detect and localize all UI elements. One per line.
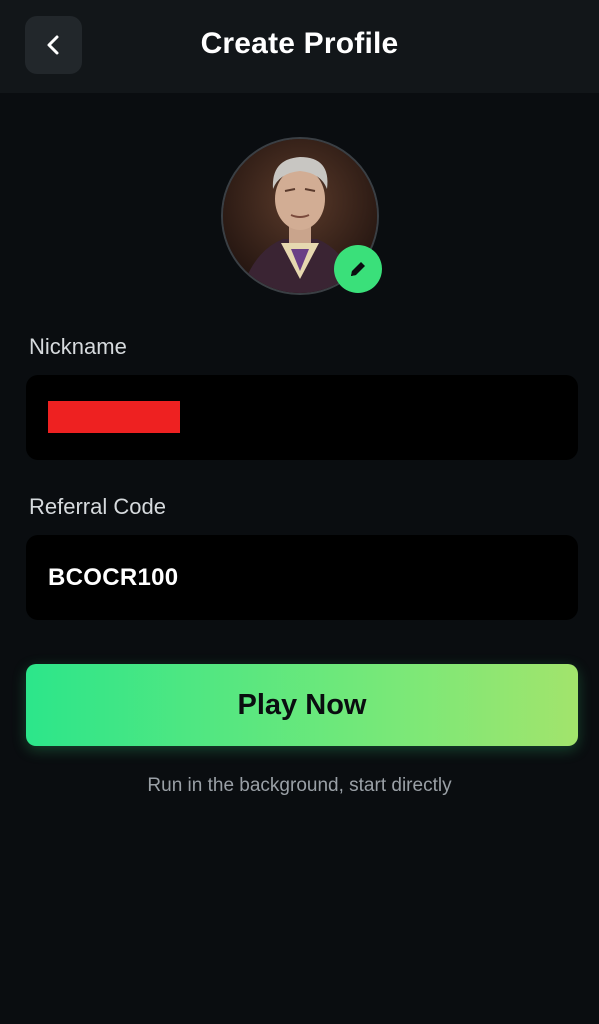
header: Create Profile: [0, 0, 599, 93]
pencil-icon: [351, 262, 365, 276]
nickname-field[interactable]: [26, 375, 578, 460]
referral-code-field[interactable]: BCOCR100: [26, 535, 578, 620]
avatar-container: [221, 137, 382, 297]
referral-code-value: BCOCR100: [48, 564, 179, 591]
page-title: Create Profile: [200, 27, 399, 60]
play-now-label: Play Now: [237, 688, 367, 721]
redacted-value: [48, 401, 180, 433]
background-hint: Run in the background, start directly: [147, 775, 452, 796]
nickname-label: Nickname: [29, 334, 127, 359]
edit-avatar-button[interactable]: [334, 245, 382, 293]
play-now-button[interactable]: Play Now: [26, 664, 578, 746]
referral-code-label: Referral Code: [29, 494, 166, 519]
